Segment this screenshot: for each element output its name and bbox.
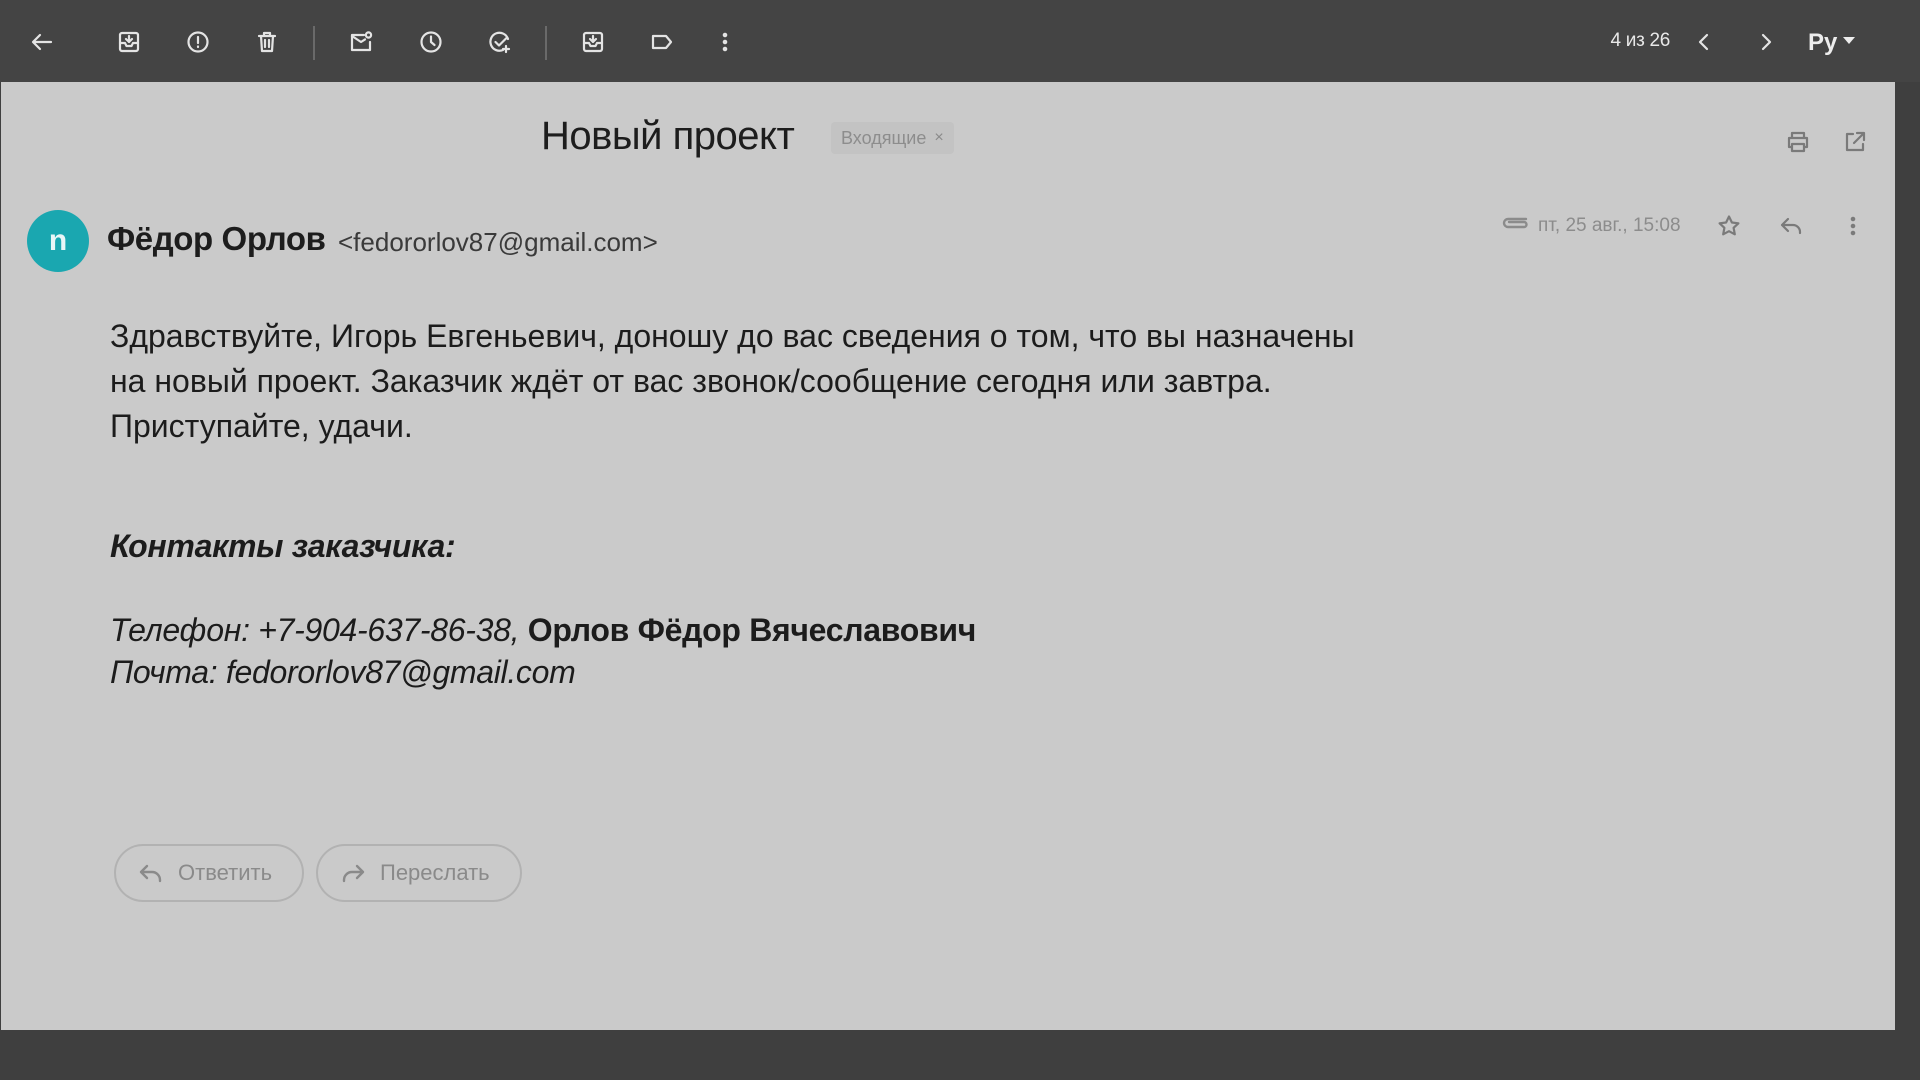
more-vert-icon[interactable]	[706, 23, 744, 61]
delete-icon[interactable]	[248, 23, 286, 61]
contact-mail-line: Почта: fedororlov87@gmail.com	[110, 654, 576, 690]
language-label: Ру	[1808, 29, 1838, 56]
pager-count: 4 из 26	[1610, 30, 1671, 51]
close-icon[interactable]: ×	[934, 129, 943, 147]
message-body: Здравствуйте, Игорь Евгеньевич, доношу д…	[110, 314, 1410, 449]
label-icon[interactable]	[643, 23, 681, 61]
forward-button-label: Переслать	[380, 860, 490, 885]
back-arrow-icon[interactable]	[23, 23, 61, 61]
folder-chip: Входящие ×	[831, 122, 954, 154]
contact-phone-line: Телефон: +7-904-637-86-38, Орлов Фёдор В…	[110, 612, 976, 649]
toolbar-divider	[313, 26, 315, 60]
body-line: Приступайте, удачи.	[110, 408, 413, 444]
spam-icon[interactable]	[179, 23, 217, 61]
forward-icon	[342, 864, 365, 883]
caret-down-icon	[1843, 36, 1856, 44]
chevron-left-icon[interactable]	[1685, 23, 1723, 61]
toolbar: 4 из 26 Ру	[0, 0, 1920, 82]
contacts-title: Контакты заказчика:	[110, 528, 456, 564]
body-line: Здравствуйте, Игорь Евгеньевич, доношу д…	[110, 318, 1355, 354]
forward-button[interactable]: Переслать	[316, 844, 522, 902]
message-subject: Новый проект	[541, 114, 795, 158]
snooze-icon[interactable]	[412, 23, 450, 61]
star-icon[interactable]	[1711, 208, 1747, 244]
move-to-icon[interactable]	[574, 23, 612, 61]
message-date: пт, 25 авг., 15:08	[1538, 215, 1681, 236]
mark-unread-icon[interactable]	[342, 23, 380, 61]
chevron-right-icon[interactable]	[1747, 23, 1785, 61]
add-task-icon[interactable]	[481, 23, 519, 61]
reply-button-label: Ответить	[178, 860, 273, 885]
reply-button[interactable]: Ответить	[114, 844, 304, 902]
print-icon[interactable]	[1780, 124, 1816, 160]
toolbar-divider	[545, 26, 547, 60]
reply-icon[interactable]	[1773, 208, 1809, 244]
more-vert-icon[interactable]	[1835, 208, 1871, 244]
language-select[interactable]: Ру	[1808, 25, 1856, 61]
message-pane: Новый проект Входящие × n Фёдор Орлов <f…	[1, 82, 1895, 1030]
reply-icon	[139, 864, 162, 883]
sender-email: <fedororlov87@gmail.com>	[338, 227, 658, 257]
contact-phone: Телефон: +7-904-637-86-38,	[110, 612, 520, 648]
sender-name: Фёдор Орлов	[107, 220, 326, 257]
body-line: на новый проект. Заказчик ждёт от вас зв…	[110, 363, 1272, 399]
avatar[interactable]: n	[27, 210, 89, 272]
folder-chip-label: Входящие	[841, 127, 927, 148]
open-in-new-window-icon[interactable]	[1837, 124, 1873, 160]
contact-person-name: Орлов Фёдор Вячеславович	[527, 612, 977, 648]
attachment-icon	[1499, 210, 1531, 232]
archive-icon[interactable]	[110, 23, 148, 61]
